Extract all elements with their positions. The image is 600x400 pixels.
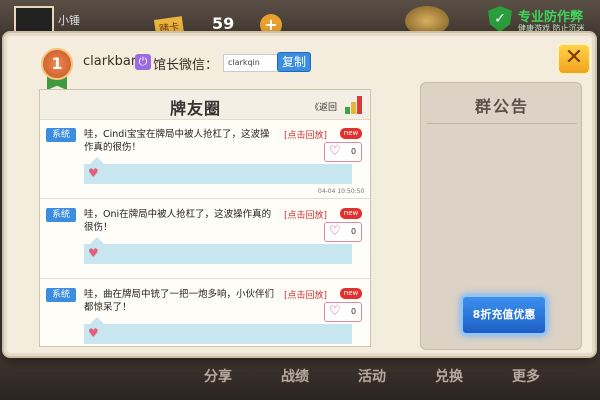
comment-bubble: ♥	[84, 317, 352, 344]
security-banner: ✓ 专业防作弊 健康游戏 防止沉迷	[488, 4, 598, 36]
heart-icon: ♥	[88, 166, 99, 180]
heart-icon: ♡	[329, 144, 341, 159]
like-button[interactable]: ♡ 0	[324, 142, 362, 162]
replay-link[interactable]: [点击回放]	[284, 288, 327, 301]
like-count: 0	[351, 147, 357, 156]
like-count: 0	[351, 307, 357, 316]
new-badge: new	[340, 128, 362, 139]
system-tag: 系统	[46, 208, 76, 222]
nav-more[interactable]: 更多	[512, 366, 540, 386]
nav-records[interactable]: 战绩	[281, 366, 309, 386]
club-name: clarkbar	[83, 54, 137, 69]
replay-link[interactable]: [点击回放]	[284, 208, 327, 221]
replay-link[interactable]: [点击回放]	[284, 128, 327, 141]
new-badge: new	[340, 288, 362, 299]
like-count: 0	[351, 227, 357, 236]
comment-bubble: ♥	[84, 157, 352, 184]
rank-badge: 1	[41, 48, 73, 80]
system-tag: 系统	[46, 288, 76, 302]
friend-circle-panel[interactable]: 牌友圈 《返回 系统 哇，Cindi宝宝在牌局中被人抢杠了，这波操作真的很伤！ …	[39, 89, 371, 347]
like-button[interactable]: ♡ 0	[324, 222, 362, 242]
divider	[427, 123, 577, 124]
avatar[interactable]	[14, 6, 54, 36]
like-button[interactable]: ♡ 0	[324, 302, 362, 322]
nav-exchange[interactable]: 兑换	[435, 366, 463, 386]
post-divider	[40, 198, 370, 199]
heart-icon: ♥	[88, 246, 99, 260]
shield-check-icon: ✓	[488, 6, 512, 32]
comment-bubble: ♥	[84, 237, 352, 264]
nav-share[interactable]: 分享	[204, 366, 232, 386]
heart-icon: ♥	[88, 326, 99, 340]
heart-icon: ♡	[329, 224, 341, 239]
wechat-id-field[interactable]: clarkqin	[223, 54, 281, 72]
coin-count: 59	[212, 14, 235, 33]
username: 小锤	[58, 14, 80, 27]
nav-activity[interactable]: 活动	[358, 366, 386, 386]
wechat-label: 馆长微信：	[153, 58, 219, 73]
post-text: 哇，曲在牌局中铳了一把一炮多响，小伙伴们都惊呆了！	[84, 289, 275, 313]
close-button[interactable]: ✕	[557, 43, 591, 75]
system-tag: 系统	[46, 128, 76, 142]
signal-bars-icon	[345, 96, 367, 114]
back-link[interactable]: 《返回	[310, 100, 337, 113]
medal-icon	[405, 6, 449, 36]
post-text: 哇，Cindi宝宝在牌局中被人抢杠了，这波操作真的很伤！	[84, 129, 270, 153]
group-notice-panel: 群公告 8折充值优惠	[420, 82, 582, 350]
heart-icon: ♡	[329, 304, 341, 319]
post-time: 04-04 10:50:50	[318, 188, 365, 195]
friend-circle-header: 牌友圈 《返回	[40, 90, 370, 120]
friend-circle-title: 牌友圈	[170, 99, 222, 118]
club-dialog: 1 clarkbar ⏻ 馆长微信： clarkqin 复制 ✕ 牌友圈 《返回…	[4, 33, 595, 356]
post-divider	[40, 278, 370, 279]
power-icon[interactable]: ⏻	[135, 54, 151, 70]
copy-button[interactable]: 复制	[277, 52, 311, 72]
recharge-discount-button[interactable]: 8折充值优惠	[461, 295, 547, 335]
group-notice-title: 群公告	[474, 97, 529, 116]
post-text: 哇，Oni在牌局中被人抢杠了，这波操作真的很伤！	[84, 209, 272, 233]
new-badge: new	[340, 208, 362, 219]
